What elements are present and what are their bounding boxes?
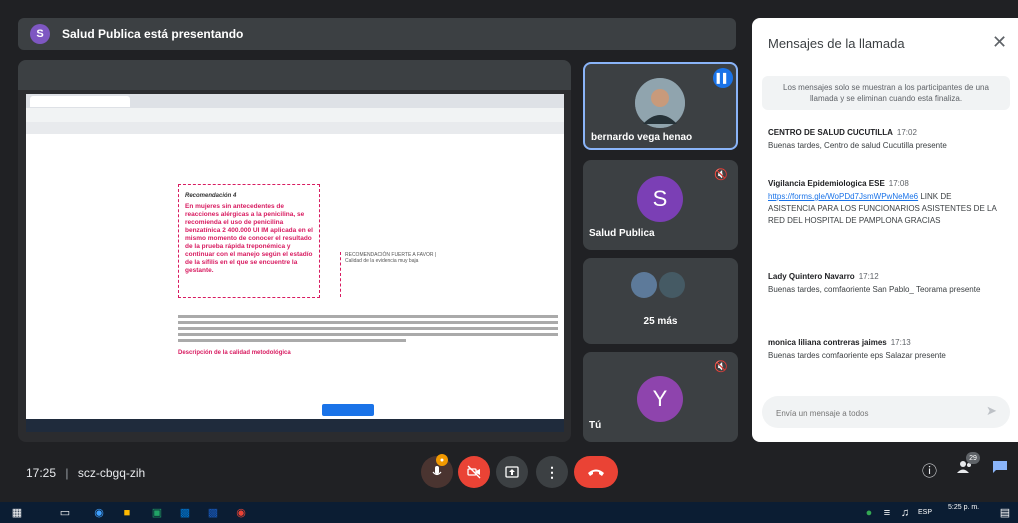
people-count-badge: 29 xyxy=(966,452,980,464)
presenting-text: Salud Publica está presentando xyxy=(62,27,244,41)
chat-panel: Mensajes de la llamada ✕ Los mensajes so… xyxy=(752,18,1018,442)
chrome-icon[interactable]: ◉ xyxy=(234,506,248,519)
pdf-margin xyxy=(26,134,176,419)
excel-icon[interactable]: ▣ xyxy=(150,506,164,519)
raise-hand-badge: ● xyxy=(436,454,448,466)
os-clock: 5:25 p. m. xyxy=(948,504,979,512)
participant-tile-more[interactable]: 25 más xyxy=(583,258,738,344)
message-time: 17:02 xyxy=(896,128,917,137)
store-icon[interactable]: ▩ xyxy=(178,506,192,519)
mic-off-icon: 🔇 xyxy=(714,168,728,181)
message-author: monica liliana contreras jaimes xyxy=(768,338,887,347)
message-text: Buenas tardes, comfaoriente San Pablo_ T… xyxy=(768,285,981,294)
message-author: Vigilancia Epidemiologica ESE xyxy=(768,179,885,188)
person-icon xyxy=(635,78,685,128)
chat-bubble-icon xyxy=(993,461,1007,473)
recommendation-tag: RECOMENDACIÓN FUERTE A FAVOR | Calidad d… xyxy=(340,252,440,297)
message-text: Buenas tardes comfaoriente eps Salazar p… xyxy=(768,351,946,360)
participant-name: Salud Publica xyxy=(589,228,655,239)
share-header xyxy=(18,60,571,90)
browser-tabbar xyxy=(26,94,564,108)
participant-name: bernardo vega henao xyxy=(591,132,693,143)
more-options-button[interactable]: ⋮ xyxy=(536,456,568,488)
send-icon[interactable]: ➤ xyxy=(986,403,997,419)
mic-off-icon: 🔇 xyxy=(714,360,728,373)
chat-message: CENTRO DE SALUD CUCUTILLA 17:02 Buenas ta… xyxy=(768,128,1000,152)
chat-message: Vigilancia Epidemiologica ESE 17:08 https… xyxy=(768,179,1000,227)
participant-tile-salud[interactable]: S 🔇 Salud Publica xyxy=(583,160,738,250)
shared-screen-area: Recomendación 4 En mujeres sin anteceden… xyxy=(18,60,571,442)
more-participants-label: 25 más xyxy=(643,316,678,327)
meeting-info: 17:25 | scz-cbgq-zih xyxy=(26,466,145,480)
meeting-clock: 17:25 xyxy=(26,466,57,480)
chat-input[interactable] xyxy=(774,404,978,422)
participant-tile-you[interactable]: Y 🔇 Tú xyxy=(583,352,738,442)
camera-off-icon xyxy=(467,465,481,479)
mini-blue-button xyxy=(322,404,374,416)
shared-taskbar xyxy=(26,419,564,432)
recommendation-body: En mujeres sin antecedentes de reaccione… xyxy=(185,203,313,274)
presenter-avatar: S xyxy=(30,24,50,44)
message-author: Lady Quintero Navarro xyxy=(768,272,855,281)
chat-input-container: ➤ xyxy=(762,396,1010,428)
message-time: 17:08 xyxy=(888,179,909,188)
hangup-button[interactable] xyxy=(574,456,618,488)
call-end-icon xyxy=(588,469,604,476)
chat-title: Mensajes de la llamada xyxy=(768,36,905,51)
task-view-icon[interactable]: ▭ xyxy=(58,506,72,519)
info-icon[interactable]: ⓘ xyxy=(922,460,937,481)
message-link[interactable]: https://forms.gle/WoPDd7JsmWPwNeMe6 xyxy=(768,192,918,201)
speaking-icon: ▌▌ xyxy=(713,68,733,88)
volume-icon[interactable]: ♫ xyxy=(898,506,912,519)
pdf-section-heading: Descripción de la calidad metodológica xyxy=(178,350,291,356)
pdf-toolbar xyxy=(26,122,564,134)
os-time: 5:25 p. m. xyxy=(948,504,980,511)
edge-icon[interactable]: ◉ xyxy=(92,506,106,519)
message-author: CENTRO DE SALUD CUCUTILLA xyxy=(768,128,893,137)
os-language: ESP xyxy=(918,509,933,516)
file-explorer-icon[interactable]: ■ xyxy=(120,506,134,519)
recommendation-title: Recomendación 4 xyxy=(185,193,237,199)
mic-icon xyxy=(432,466,442,476)
chat-message: Lady Quintero Navarro 17:12 Buenas tardes… xyxy=(768,272,1000,296)
notifications-icon[interactable]: ▤ xyxy=(998,506,1012,519)
meeting-code: scz-cbgq-zih xyxy=(77,466,146,480)
participant-thumb-1 xyxy=(631,272,657,298)
chat-icon[interactable] xyxy=(992,460,1008,478)
presenting-banner: S Salud Publica está presentando xyxy=(18,18,736,50)
browser-tab xyxy=(30,96,130,107)
message-time: 17:12 xyxy=(858,272,879,281)
windows-start-icon[interactable]: ▦ xyxy=(10,506,24,519)
network-icon[interactable]: ≡ xyxy=(880,506,894,519)
message-text: Buenas tardes, Centro de salud Cucutilla… xyxy=(768,141,947,150)
participant-tile-bernardo[interactable]: ▌▌ bernardo vega henao xyxy=(583,62,738,150)
shared-screen[interactable]: Recomendación 4 En mujeres sin anteceden… xyxy=(26,94,564,432)
recommendation-box: Recomendación 4 En mujeres sin anteceden… xyxy=(178,184,320,298)
present-screen-icon xyxy=(505,466,519,478)
self-avatar: Y xyxy=(637,376,683,422)
self-name: Tú xyxy=(589,420,602,431)
participant-photo xyxy=(635,78,685,128)
message-time: 17:13 xyxy=(890,338,911,347)
more-vert-icon: ⋮ xyxy=(545,463,559,480)
separator: | xyxy=(65,466,69,480)
word-icon[interactable]: ▩ xyxy=(206,506,220,519)
close-icon[interactable]: ✕ xyxy=(992,32,1007,53)
chat-message: monica liliana contreras jaimes 17:13 Bue… xyxy=(768,338,1000,362)
participant-thumb-2 xyxy=(659,272,685,298)
pdf-paragraph xyxy=(178,312,558,345)
tray-icon[interactable]: ● xyxy=(862,506,876,519)
chat-info-notice: Los mensajes solo se muestran a los part… xyxy=(762,76,1010,110)
present-button[interactable] xyxy=(496,456,528,488)
participant-avatar: S xyxy=(637,176,683,222)
camera-button[interactable] xyxy=(458,456,490,488)
browser-urlbar xyxy=(26,108,564,122)
